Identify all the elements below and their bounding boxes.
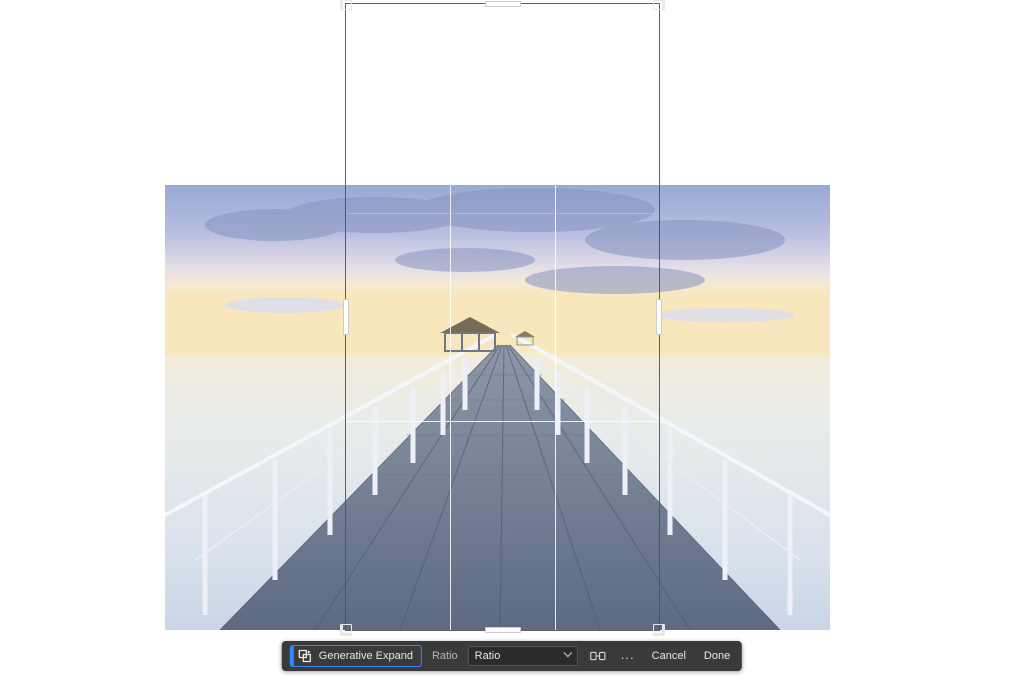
crop-handle-bottom-left[interactable] (340, 624, 352, 636)
generative-expand-button[interactable]: Generative Expand (290, 645, 422, 667)
more-options-button[interactable]: ... (618, 646, 638, 666)
cancel-button[interactable]: Cancel (648, 648, 690, 664)
chevron-down-icon (563, 650, 573, 663)
clear-ratio-fields-button[interactable] (588, 646, 608, 666)
crop-handle-top[interactable] (485, 1, 521, 7)
crop-options-bar: Generative Expand Ratio Ratio ... Cancel… (282, 641, 742, 671)
crop-handle-top-right[interactable] (653, 0, 665, 10)
done-button[interactable]: Done (700, 648, 734, 664)
crop-handle-bottom[interactable] (485, 627, 521, 633)
crop-handle-top-left[interactable] (340, 0, 352, 10)
crop-handle-left[interactable] (343, 299, 349, 335)
ratio-dropdown-value: Ratio (475, 650, 501, 662)
canvas-area: Generative Expand Ratio Ratio ... Cancel… (0, 0, 1024, 683)
generative-expand-label: Generative Expand (319, 650, 413, 662)
crop-handle-right[interactable] (656, 299, 662, 335)
crop-handle-bottom-right[interactable] (653, 624, 665, 636)
ratio-label: Ratio (432, 650, 458, 662)
document-image (165, 185, 830, 630)
ratio-dropdown[interactable]: Ratio (468, 646, 578, 666)
expand-sparkle-icon (297, 648, 313, 664)
more-icon: ... (621, 648, 635, 661)
